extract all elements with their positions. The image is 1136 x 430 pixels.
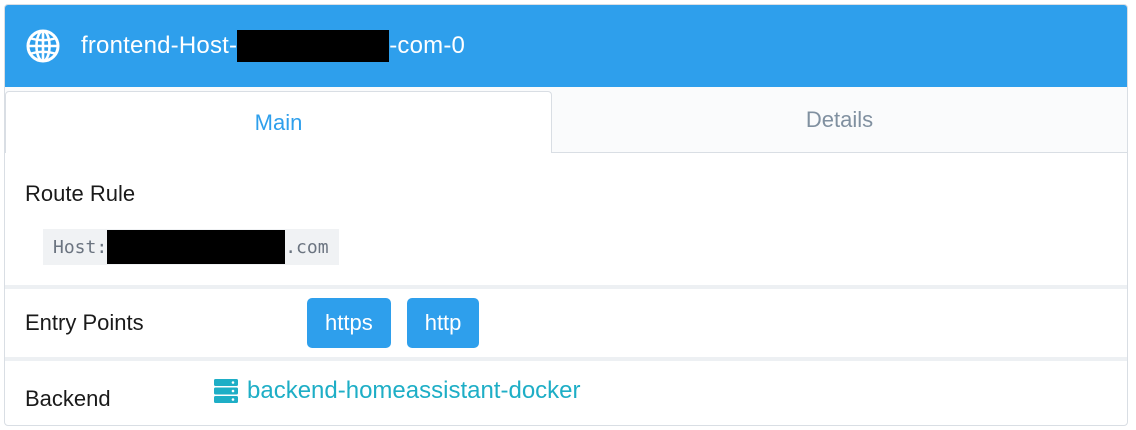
globe-icon (25, 28, 61, 64)
entry-points-section: Entry Points https http (5, 289, 1127, 357)
route-rule-section: Route Rule Host: .com (5, 153, 1127, 285)
entry-points-label: Entry Points (25, 310, 144, 335)
backend-section: Backend backend-homeassistant-docker (5, 361, 1127, 425)
frontend-card: frontend-Host- -com-0 Main Details Route… (4, 4, 1128, 426)
route-rule-code-prefix: Host: (53, 236, 108, 258)
route-rule-code-suffix: .com (285, 236, 329, 258)
route-rule-label: Route Rule (25, 181, 136, 206)
frontend-header: frontend-Host- -com-0 (5, 5, 1127, 87)
redacted-block (237, 30, 390, 62)
backend-link[interactable]: backend-homeassistant-docker (213, 377, 581, 405)
backend-label: Backend (25, 386, 111, 411)
redacted-block (107, 230, 286, 264)
tab-main[interactable]: Main (5, 91, 552, 153)
server-icon (213, 378, 239, 404)
entry-point-http-badge[interactable]: http (406, 298, 480, 348)
route-rule-code: Host: .com (43, 229, 339, 265)
tab-bar: Main Details (5, 87, 1127, 153)
entry-point-https-badge[interactable]: https (307, 298, 391, 348)
backend-name: backend-homeassistant-docker (247, 377, 581, 404)
frontend-title-prefix: frontend-Host- (81, 32, 238, 59)
frontend-title-suffix: -com-0 (389, 32, 466, 59)
tab-details[interactable]: Details (552, 87, 1127, 153)
frontend-title: frontend-Host- -com-0 (81, 30, 465, 62)
